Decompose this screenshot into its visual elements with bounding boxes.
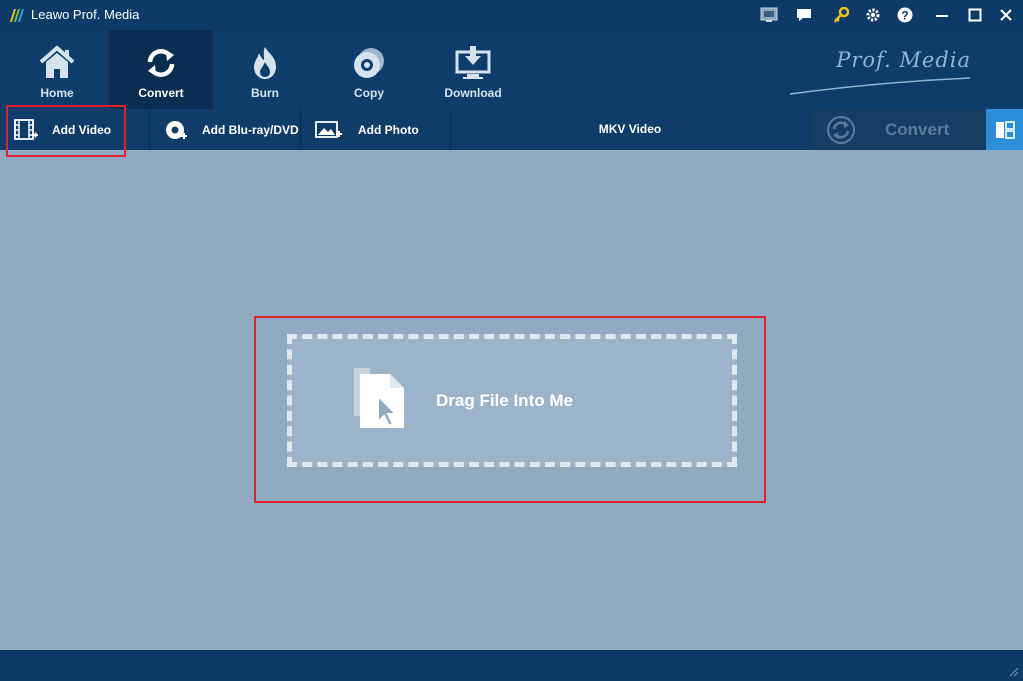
nav-copy-label: Copy <box>354 86 384 100</box>
key-icon[interactable] <box>832 6 850 24</box>
nav-home[interactable]: Home <box>5 30 109 109</box>
status-bar <box>0 650 1023 681</box>
settings-gear-icon[interactable] <box>864 6 882 24</box>
output-format-selector[interactable]: MKV Video <box>450 109 810 150</box>
nav-home-label: Home <box>40 86 74 100</box>
toolbar-divider <box>300 109 301 150</box>
nav-copy[interactable]: Copy <box>317 30 421 109</box>
brand-wordmark: Prof. Media <box>836 48 971 72</box>
convert-button[interactable]: Convert <box>812 109 986 150</box>
add-bluray-dvd-label: Add Blu-ray/DVD <box>202 122 299 137</box>
toolbar-divider <box>149 109 150 150</box>
screen-capture-icon[interactable] <box>760 6 778 24</box>
home-icon <box>39 45 75 78</box>
nav-convert[interactable]: Convert <box>109 30 213 109</box>
maximize-icon[interactable] <box>966 6 984 24</box>
download-icon <box>455 46 491 79</box>
toggle-layout-button[interactable] <box>986 109 1023 150</box>
convert-disabled-icon <box>827 115 855 144</box>
svg-text:?: ? <box>901 9 908 23</box>
minimize-icon[interactable] <box>933 6 951 24</box>
add-photo-button[interactable]: Add Photo <box>315 109 419 150</box>
brand-swoosh <box>790 77 970 95</box>
nav-burn[interactable]: Burn <box>213 30 317 109</box>
copy-disc-icon <box>354 48 384 78</box>
feedback-icon[interactable] <box>795 6 813 24</box>
highlight-drop-zone <box>254 316 766 503</box>
nav-download-label: Download <box>444 86 502 100</box>
disc-add-icon <box>166 120 187 139</box>
add-photo-label: Add Photo <box>358 122 419 137</box>
resize-grip-icon[interactable] <box>1009 667 1019 677</box>
highlight-add-video <box>6 105 126 157</box>
convert-icon <box>147 49 175 77</box>
help-icon[interactable]: ? <box>896 6 914 24</box>
photo-add-icon <box>315 120 342 138</box>
panel-layout-icon <box>995 120 1015 139</box>
nav-convert-label: Convert <box>138 86 184 100</box>
burn-icon <box>254 47 276 79</box>
action-toolbar: Add Video Add Blu-ray/DVD Add Photo MKV … <box>0 109 1023 150</box>
title-bar: Leawo Prof. Media ? <box>0 0 1023 30</box>
window-title: Leawo Prof. Media <box>31 7 140 22</box>
nav-burn-label: Burn <box>251 86 279 100</box>
leawo-logo-icon <box>10 9 24 22</box>
nav-download[interactable]: Download <box>421 30 525 109</box>
close-icon[interactable] <box>997 6 1015 24</box>
main-nav: Home Convert Burn Copy Download Prof. Me… <box>0 30 1023 109</box>
add-bluray-dvd-button[interactable]: Add Blu-ray/DVD <box>164 109 299 150</box>
convert-label: Convert <box>885 119 950 139</box>
